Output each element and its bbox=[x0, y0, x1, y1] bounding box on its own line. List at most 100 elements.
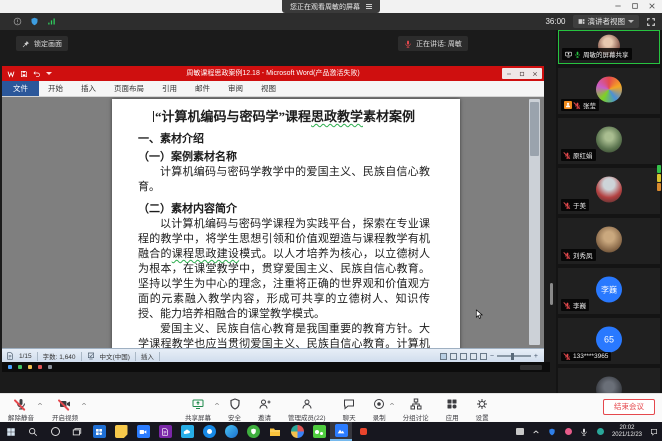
breakout-rooms-button[interactable]: 分组讨论 bbox=[401, 397, 431, 422]
tab-review: 审阅 bbox=[219, 81, 252, 96]
menu-icon[interactable] bbox=[366, 4, 372, 9]
end-meeting-button[interactable]: 结束会议 bbox=[603, 399, 655, 415]
fullscreen-button[interactable] bbox=[646, 17, 656, 27]
start-button[interactable] bbox=[0, 422, 22, 441]
tray-icon-teal[interactable] bbox=[596, 427, 605, 436]
security-shield-icon[interactable] bbox=[30, 17, 39, 26]
taskbar-app-edge[interactable] bbox=[220, 422, 242, 441]
mic-muted-icon bbox=[564, 202, 571, 209]
word-count: 字数: 1,640 bbox=[43, 351, 76, 361]
tab-mailings: 邮件 bbox=[186, 81, 219, 96]
taskbar-app-sticky-notes[interactable] bbox=[110, 422, 132, 441]
tray-chevron-up-icon[interactable] bbox=[532, 427, 541, 436]
taskbar-app-security[interactable] bbox=[242, 422, 264, 441]
mic-muted-icon bbox=[574, 102, 581, 109]
tab-insert: 插入 bbox=[72, 81, 105, 96]
tab-home: 开始 bbox=[39, 81, 72, 96]
taskbar-clock[interactable]: 20:02 2021/12/23 bbox=[612, 425, 642, 439]
taskbar-app-docs[interactable] bbox=[154, 422, 176, 441]
member-badge-icon bbox=[564, 101, 572, 109]
web-layout-view-icon bbox=[460, 353, 467, 360]
pin-label: 锁定画面 bbox=[34, 39, 62, 49]
avatar: 李巍 bbox=[596, 276, 622, 302]
notification-center-icon[interactable] bbox=[649, 427, 658, 436]
ribbon-tabs: 文件 开始 插入 页面布局 引用 邮件 审阅 视图 bbox=[2, 81, 544, 97]
chat-button[interactable]: 聊天 bbox=[341, 397, 358, 422]
participant-tile[interactable]: 于美 bbox=[558, 168, 660, 214]
maximize-icon[interactable] bbox=[631, 2, 639, 10]
meeting-info-icon[interactable] bbox=[13, 17, 22, 26]
pin-view-button[interactable]: 锁定画面 bbox=[16, 36, 68, 51]
taskbar-app-calculator[interactable] bbox=[88, 422, 110, 441]
chevron-down-icon bbox=[628, 20, 634, 26]
word-titlebar: 周敏课程思政案例12.18 - Microsoft Word(产品激活失败) bbox=[2, 66, 544, 81]
participant-label: 刘秀凤 bbox=[561, 249, 596, 261]
view-mode-button[interactable]: 演讲者视图 bbox=[573, 15, 640, 28]
participant-tile[interactable]: 张莹 bbox=[558, 68, 660, 114]
settings-button[interactable]: 设置 bbox=[474, 397, 491, 422]
participant-tile[interactable]: 原红娟 bbox=[558, 118, 660, 164]
taskbar-app-s[interactable] bbox=[352, 422, 374, 441]
chevron-up-icon[interactable] bbox=[81, 401, 87, 407]
stage: 锁定画面 正在讲话: 周敏 周敏课程思政案例12.18 - Microsoft … bbox=[0, 30, 662, 393]
tab-view: 视图 bbox=[252, 81, 285, 96]
word-window: 周敏课程思政案例12.18 - Microsoft Word(产品激活失败) 文… bbox=[2, 66, 544, 362]
taskbar-app-meeting-active[interactable] bbox=[330, 422, 352, 441]
task-view-button[interactable] bbox=[66, 422, 88, 441]
taskbar-app-wechat[interactable] bbox=[308, 422, 330, 441]
security-button[interactable]: 安全 bbox=[226, 397, 243, 422]
record-icon bbox=[373, 398, 385, 410]
taskbar-app-meeting[interactable] bbox=[132, 422, 154, 441]
window-controls bbox=[614, 2, 656, 10]
start-video-button[interactable]: 开启视频 bbox=[50, 397, 80, 422]
participant-label: 周敏的屏幕共享 bbox=[562, 48, 632, 60]
scrollbar-thumb bbox=[530, 102, 539, 156]
taskbar-app-cloud[interactable] bbox=[176, 422, 198, 441]
manage-members-button[interactable]: 管理成员(22) bbox=[286, 397, 328, 422]
doc-heading-3: （二）素材内容简介 bbox=[138, 201, 430, 217]
avatar: 65 bbox=[596, 326, 622, 352]
invite-button[interactable]: 邀请 bbox=[256, 397, 273, 422]
viewing-banner[interactable]: 您正在观看周敏的屏幕 bbox=[282, 0, 380, 13]
speaking-indicator: 正在讲话: 周敏 bbox=[398, 36, 468, 51]
doc-heading-2: （一）案例素材名称 bbox=[138, 149, 430, 165]
cortana-button[interactable] bbox=[44, 422, 66, 441]
tray-mic-icon[interactable] bbox=[580, 427, 589, 436]
participant-tile[interactable]: 李巍 李巍 bbox=[558, 268, 660, 314]
doc-paragraph-1: 计算机编码与密码学教学中的爱国主义、民族自信心教育。 bbox=[138, 165, 430, 195]
record-button[interactable]: 录制 bbox=[371, 397, 388, 422]
clock-time: 20:02 bbox=[612, 425, 642, 432]
chevron-up-icon[interactable] bbox=[389, 401, 395, 407]
chevron-up-icon[interactable] bbox=[37, 401, 43, 407]
taskbar-app-file-explorer[interactable] bbox=[264, 422, 286, 441]
word-logo-icon bbox=[7, 70, 15, 78]
meeting-topbar: 36:00 演讲者视图 bbox=[0, 13, 662, 30]
participant-tile[interactable]: 周敏的屏幕共享 bbox=[558, 30, 660, 64]
word-restore-icon bbox=[519, 71, 525, 77]
unmute-button[interactable]: 解除静音 bbox=[6, 397, 36, 422]
shared-screen-video[interactable]: 锁定画面 正在讲话: 周敏 周敏课程思政案例12.18 - Microsoft … bbox=[0, 30, 556, 393]
search-button[interactable] bbox=[22, 422, 44, 441]
tray-icon-pink[interactable] bbox=[564, 427, 573, 436]
close-icon[interactable] bbox=[648, 2, 656, 10]
tray-shield-icon[interactable] bbox=[548, 427, 557, 436]
share-screen-button[interactable]: 共享屏幕 bbox=[183, 397, 213, 422]
taskbar-app-monitor[interactable] bbox=[286, 422, 308, 441]
shared-taskbar-icon bbox=[18, 365, 22, 369]
apps-button[interactable]: 应用 bbox=[444, 397, 461, 422]
participant-tile[interactable]: 65 133****3965 bbox=[558, 318, 660, 364]
mic-muted-icon bbox=[564, 302, 571, 309]
word-close-icon bbox=[532, 71, 538, 77]
sidebar-collapse-handle[interactable] bbox=[550, 283, 553, 305]
audio-level-meter bbox=[657, 165, 661, 191]
participant-tile[interactable]: 刘秀凤 bbox=[558, 218, 660, 264]
network-signal-icon[interactable] bbox=[47, 17, 56, 26]
tab-file: 文件 bbox=[2, 81, 39, 96]
taskbar-app-browser[interactable] bbox=[198, 422, 220, 441]
insert-mode: 插入 bbox=[141, 351, 154, 361]
chevron-up-icon[interactable] bbox=[214, 401, 220, 407]
tray-input-indicator[interactable] bbox=[516, 427, 525, 436]
minimize-icon[interactable] bbox=[614, 2, 622, 10]
clock-date: 2021/12/23 bbox=[612, 432, 642, 439]
shield-icon bbox=[229, 398, 241, 410]
